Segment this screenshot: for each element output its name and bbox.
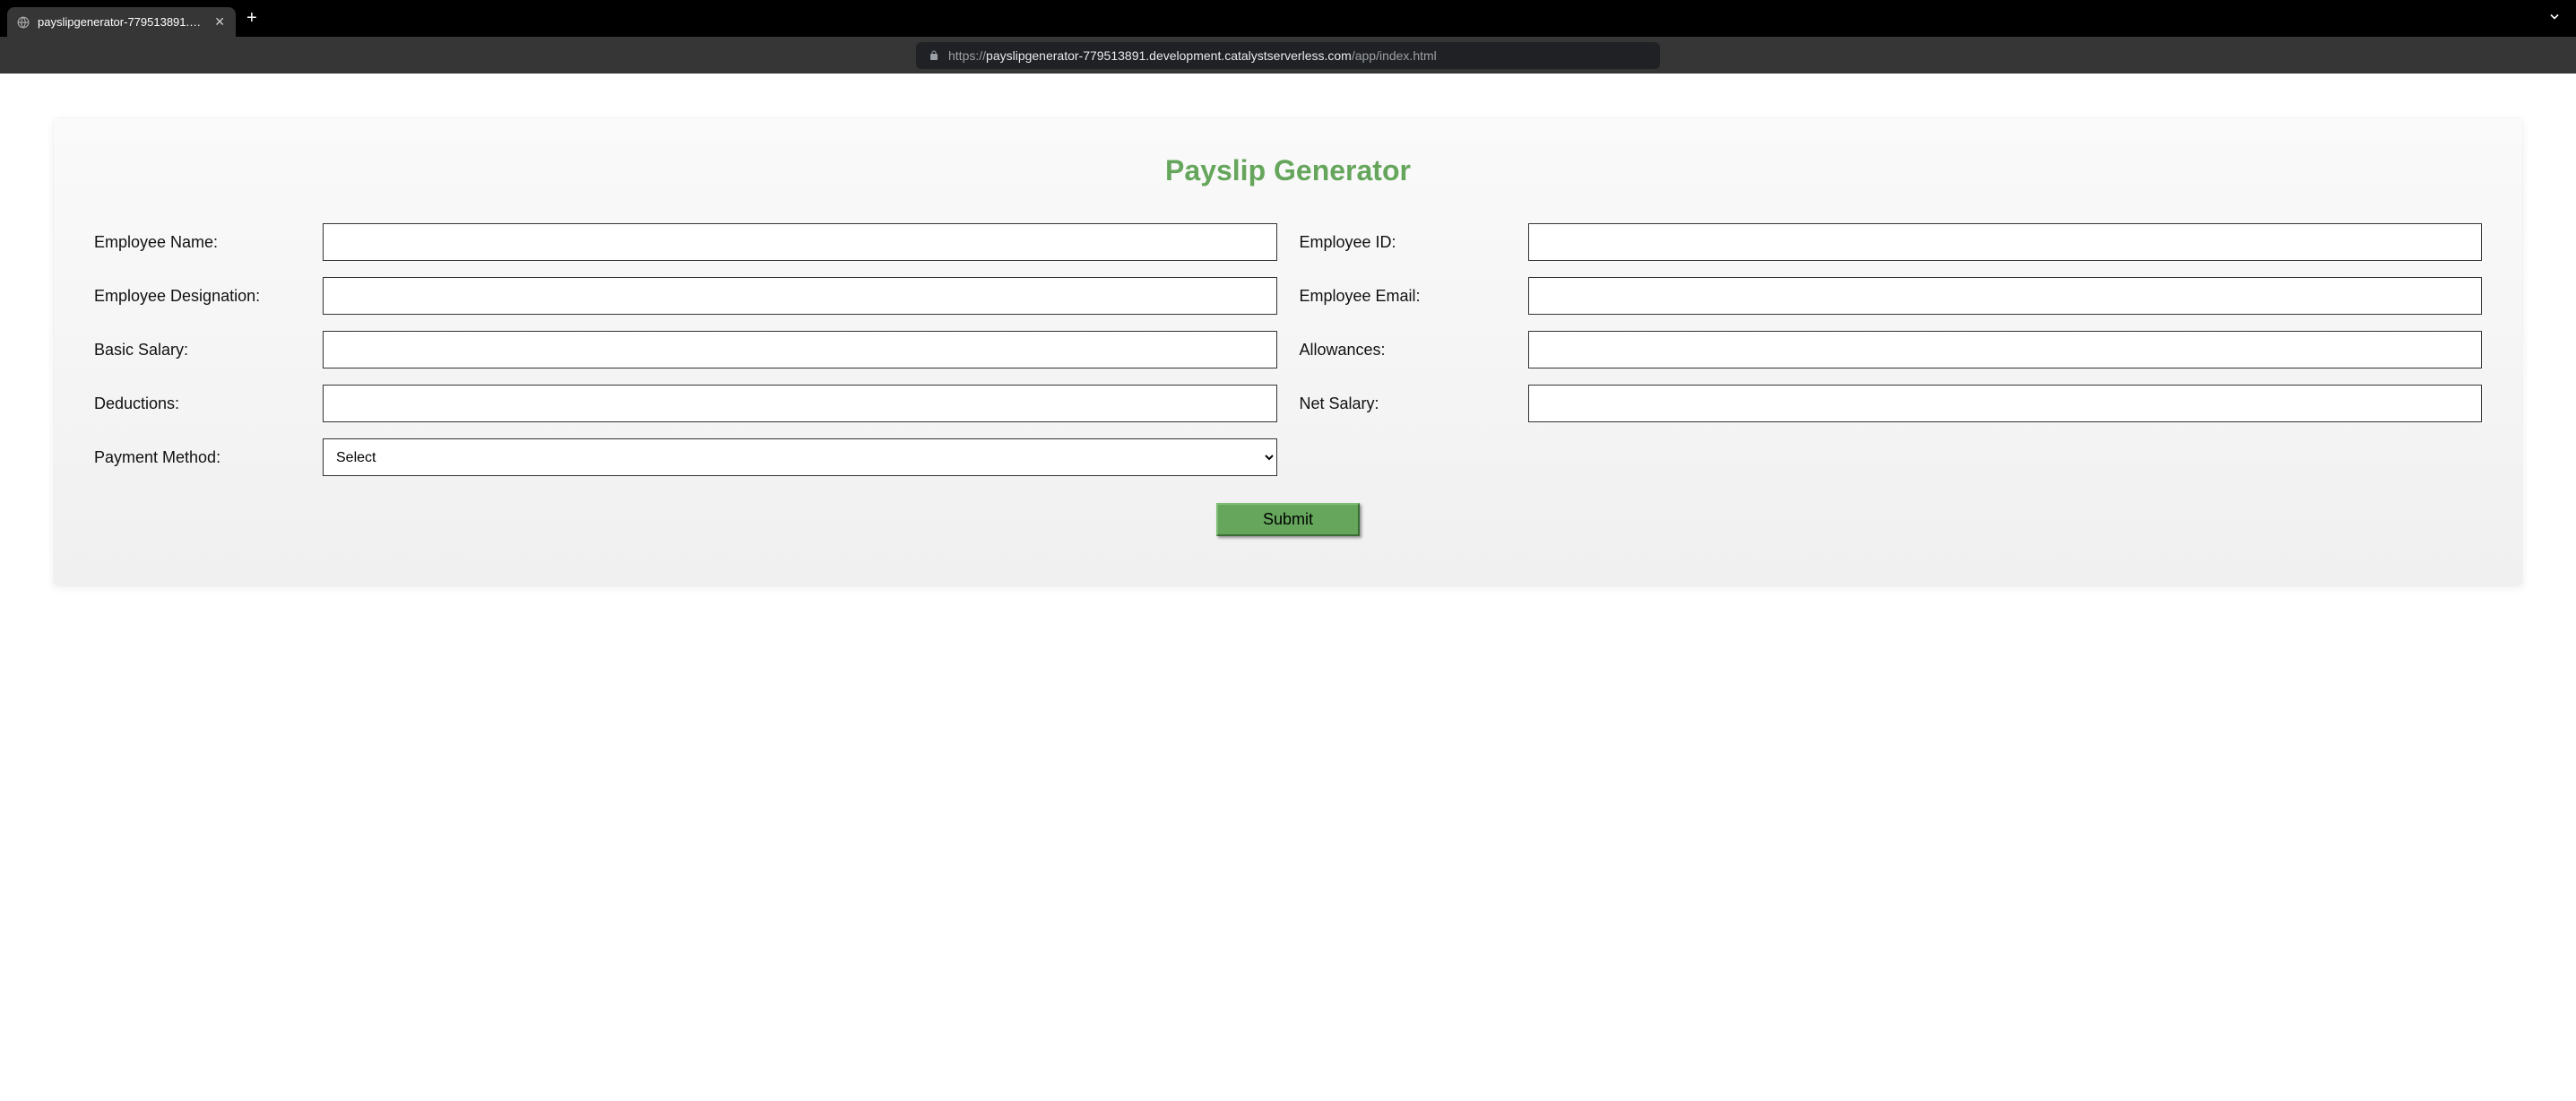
form-grid: Employee Name: Employee ID: Employee Des… (94, 223, 2482, 476)
label-employee-designation: Employee Designation: (94, 287, 300, 306)
globe-icon (16, 15, 30, 30)
deductions-input[interactable] (323, 385, 1277, 422)
basic-salary-input[interactable] (323, 331, 1277, 368)
label-employee-id: Employee ID: (1300, 233, 1506, 252)
lock-icon (929, 50, 939, 61)
label-employee-name: Employee Name: (94, 233, 300, 252)
close-tab-icon[interactable]: ✕ (212, 14, 227, 30)
page-title: Payslip Generator (94, 154, 2482, 187)
page-viewport: Payslip Generator Employee Name: Employe… (0, 74, 2576, 630)
new-tab-button[interactable]: + (236, 8, 268, 29)
url-path: /app/index.html (1352, 48, 1437, 63)
url-scheme: https:// (948, 48, 986, 63)
label-basic-salary: Basic Salary: (94, 341, 300, 360)
employee-designation-input[interactable] (323, 277, 1277, 315)
label-net-salary: Net Salary: (1300, 394, 1506, 413)
label-deductions: Deductions: (94, 394, 300, 413)
net-salary-input[interactable] (1528, 385, 2483, 422)
employee-id-input[interactable] (1528, 223, 2483, 261)
url-text: https://payslipgenerator-779513891.devel… (948, 48, 1437, 63)
tab-title: payslipgenerator-779513891.d… (38, 15, 205, 29)
allowances-input[interactable] (1528, 331, 2483, 368)
label-payment-method: Payment Method: (94, 448, 300, 467)
label-allowances: Allowances: (1300, 341, 1506, 360)
label-employee-email: Employee Email: (1300, 287, 1506, 306)
submit-row: Submit (94, 503, 2482, 536)
employee-email-input[interactable] (1528, 277, 2483, 315)
submit-button[interactable]: Submit (1216, 503, 1360, 536)
browser-tab-strip: payslipgenerator-779513891.d… ✕ + (0, 0, 2576, 37)
form-card: Payslip Generator Employee Name: Employe… (54, 118, 2522, 585)
employee-name-input[interactable] (323, 223, 1277, 261)
payment-method-select[interactable]: Select (323, 438, 1277, 476)
browser-tab[interactable]: payslipgenerator-779513891.d… ✕ (7, 7, 236, 37)
chevron-down-icon[interactable] (2547, 9, 2562, 28)
address-bar[interactable]: https://payslipgenerator-779513891.devel… (916, 42, 1660, 69)
browser-toolbar: https://payslipgenerator-779513891.devel… (0, 37, 2576, 74)
url-host: payslipgenerator-779513891.development.c… (986, 48, 1352, 63)
